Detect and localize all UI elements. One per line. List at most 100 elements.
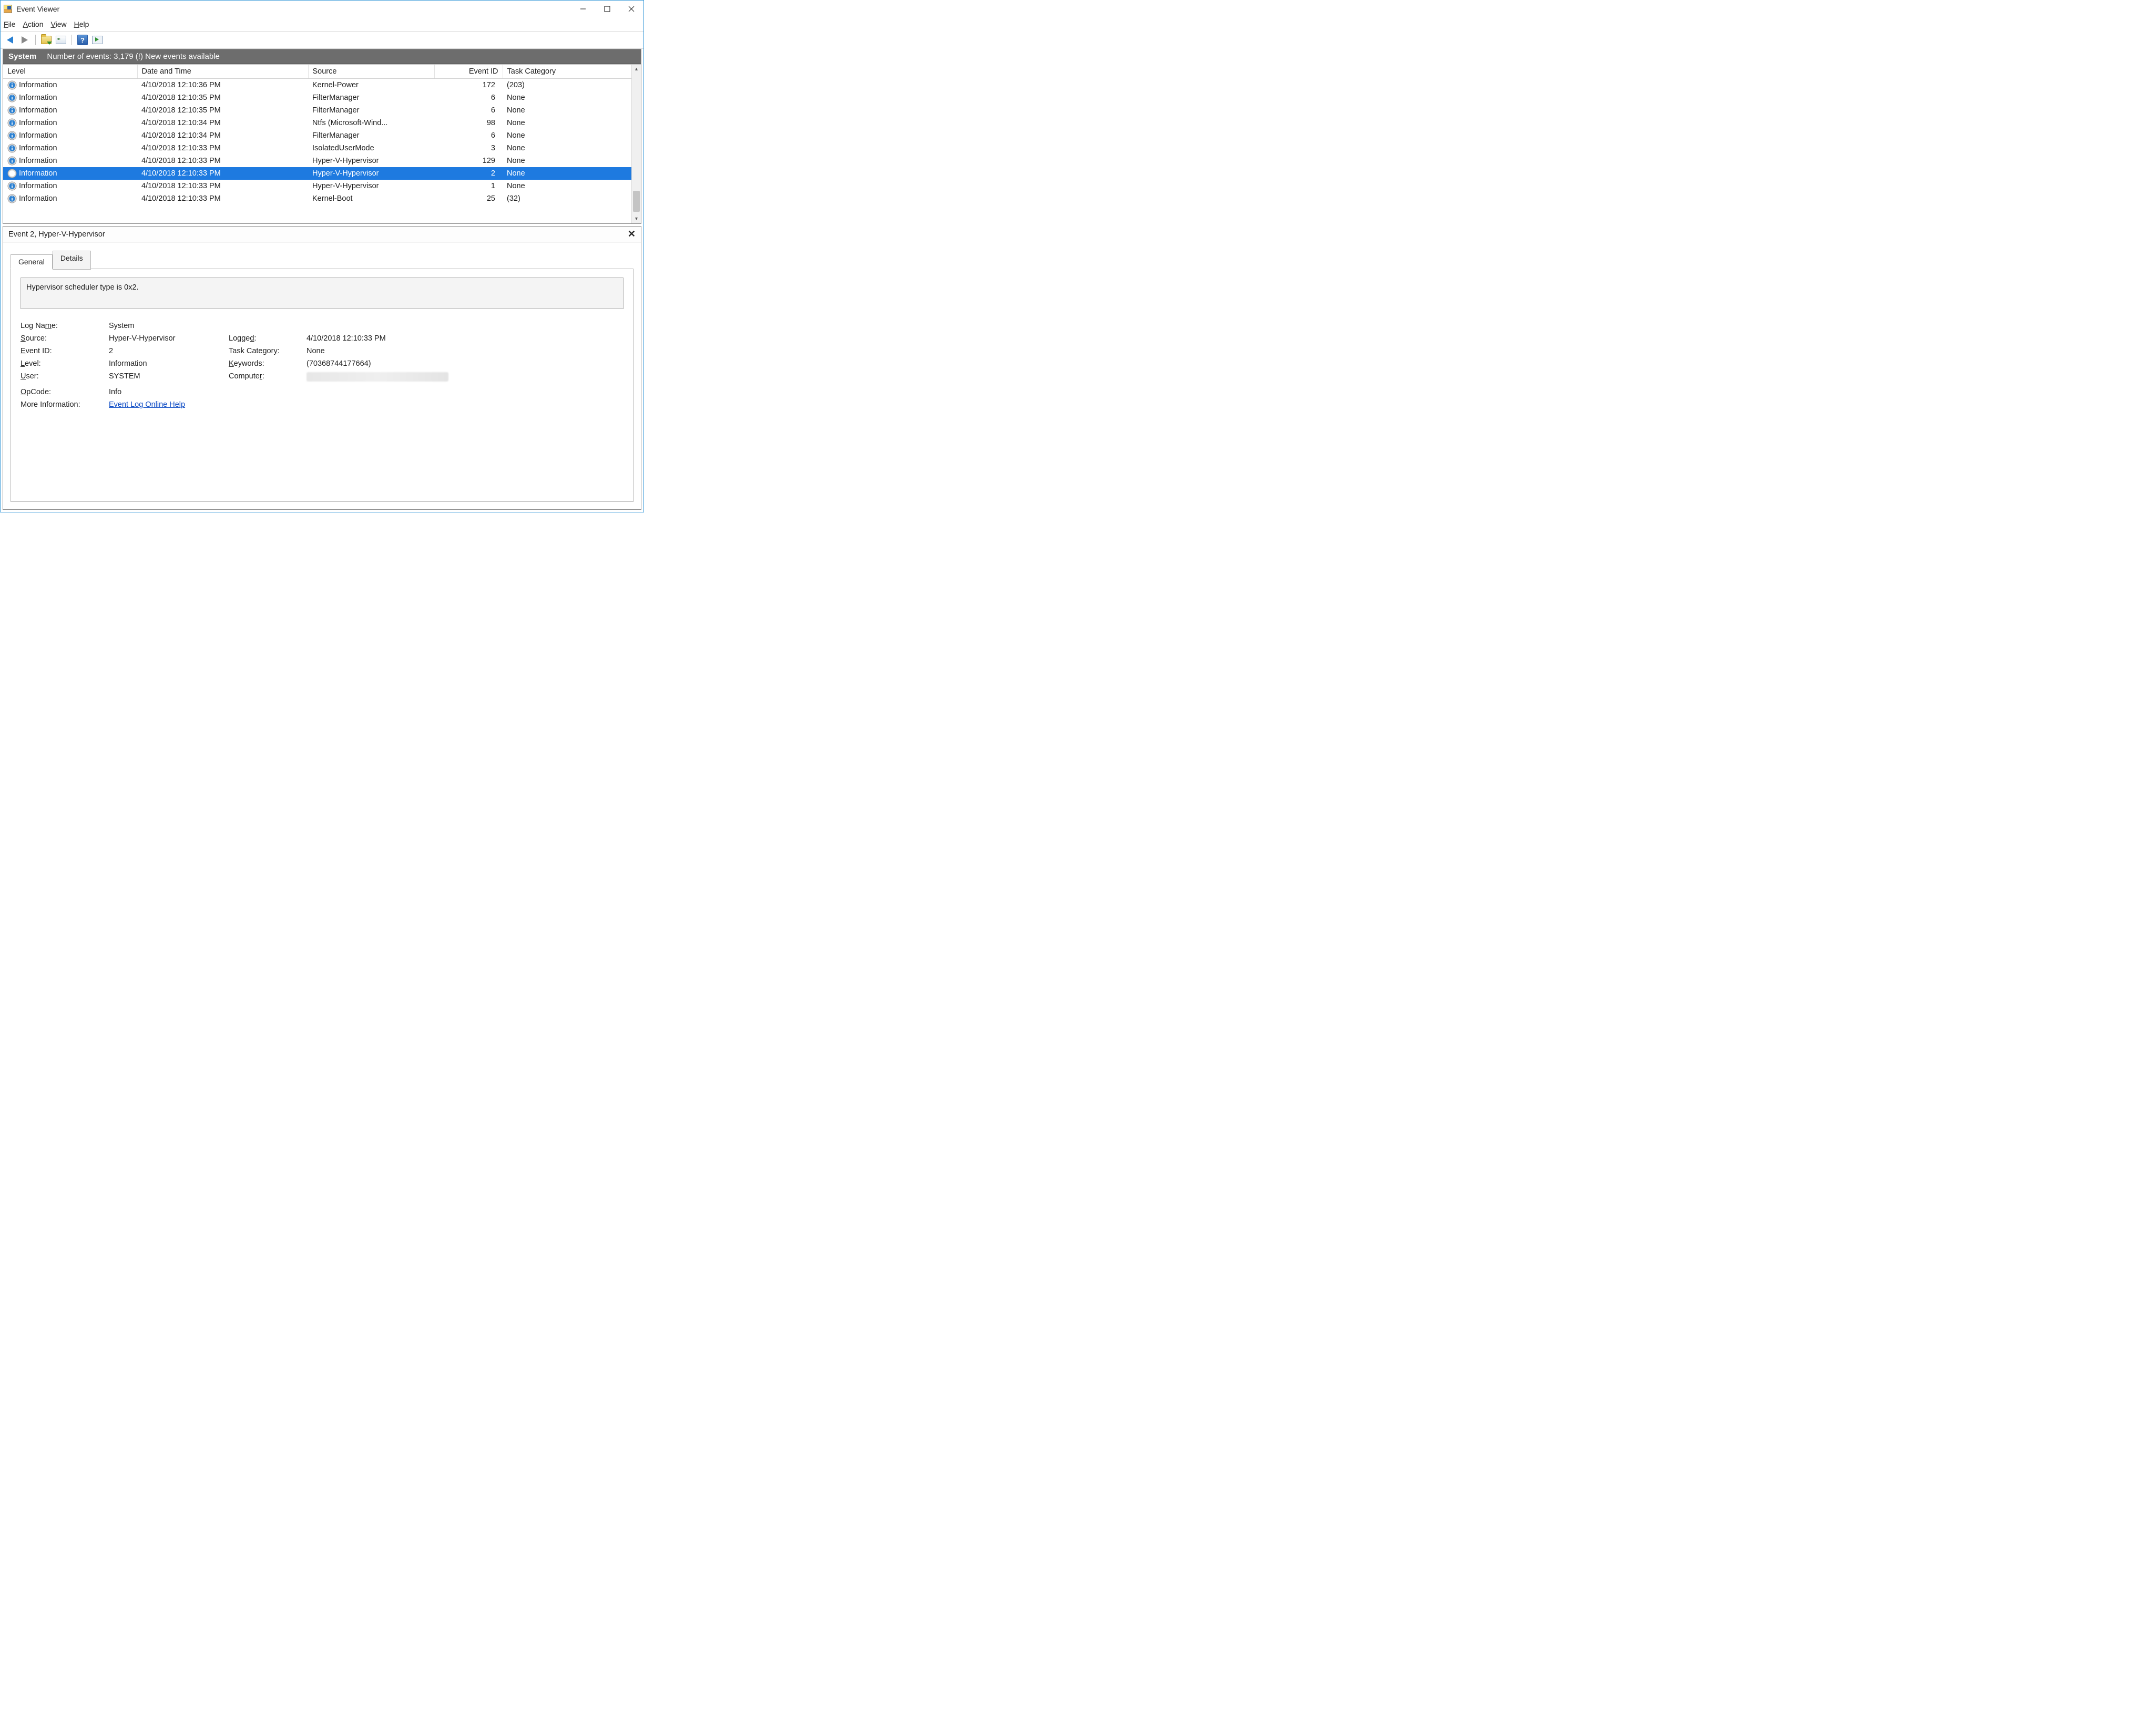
detail-tabs: General Details	[3, 242, 641, 269]
table-row[interactable]: Information 4/10/2018 12:10:35 PM Filter…	[3, 104, 632, 117]
scroll-thumb[interactable]	[633, 191, 640, 212]
value-logged: 4/10/2018 12:10:33 PM	[306, 334, 464, 343]
detail-title: Event 2, Hyper-V-Hypervisor	[8, 230, 105, 239]
back-button[interactable]	[4, 34, 16, 46]
table-row[interactable]: Information 4/10/2018 12:10:34 PM Filter…	[3, 129, 632, 142]
properties-icon	[56, 36, 66, 44]
cell-task: None	[503, 167, 632, 180]
menu-action[interactable]: Action	[23, 20, 44, 28]
information-icon	[7, 106, 17, 115]
menu-bar: File Action View Help	[1, 17, 643, 32]
cell-task: (32)	[503, 192, 632, 205]
events-table[interactable]: Level Date and Time Source Event ID Task…	[3, 65, 632, 205]
open-log-button[interactable]	[40, 34, 53, 46]
label-source: Source:	[21, 334, 105, 343]
help-icon: ?	[77, 35, 88, 45]
cell-task: None	[503, 155, 632, 167]
col-event-id[interactable]: Event ID	[434, 65, 503, 79]
information-icon	[7, 194, 17, 203]
information-icon	[7, 156, 17, 166]
table-header-row: Level Date and Time Source Event ID Task…	[3, 65, 632, 79]
cell-date: 4/10/2018 12:10:33 PM	[137, 180, 308, 192]
menu-file[interactable]: File	[4, 20, 16, 28]
value-opcode: Info	[109, 388, 464, 396]
label-logged: Logged:	[229, 334, 302, 343]
table-row[interactable]: Information 4/10/2018 12:10:33 PM Kernel…	[3, 192, 632, 205]
detail-close-button[interactable]: ✕	[628, 229, 636, 240]
cell-level: Information	[3, 180, 137, 192]
vertical-scrollbar[interactable]: ▴ ▾	[631, 65, 641, 223]
close-icon	[628, 6, 635, 12]
help-button[interactable]: ?	[76, 34, 89, 46]
forward-button[interactable]	[18, 34, 31, 46]
cell-event-id: 6	[434, 104, 503, 117]
scroll-up-button[interactable]: ▴	[632, 65, 641, 74]
cell-level: Information	[3, 117, 137, 129]
menu-help[interactable]: Help	[74, 20, 89, 28]
cell-date: 4/10/2018 12:10:34 PM	[137, 117, 308, 129]
cell-date: 4/10/2018 12:10:33 PM	[137, 192, 308, 205]
app-icon	[4, 5, 12, 13]
table-row[interactable]: Information 4/10/2018 12:10:33 PM Isolat…	[3, 142, 632, 155]
cell-level: Information	[3, 79, 137, 92]
cell-event-id: 25	[434, 192, 503, 205]
tab-general[interactable]: General	[11, 254, 53, 269]
cell-task: None	[503, 104, 632, 117]
table-row[interactable]: Information 4/10/2018 12:10:33 PM Hyper-…	[3, 155, 632, 167]
cell-date: 4/10/2018 12:10:36 PM	[137, 79, 308, 92]
table-row[interactable]: Information 4/10/2018 12:10:33 PM Hyper-…	[3, 167, 632, 180]
table-row[interactable]: Information 4/10/2018 12:10:35 PM Filter…	[3, 91, 632, 104]
value-source: Hyper-V-Hypervisor	[109, 334, 224, 343]
events-panel: System Number of events: 3,179 (!) New e…	[3, 49, 641, 224]
scroll-down-button[interactable]: ▾	[632, 214, 641, 223]
information-icon	[7, 93, 17, 102]
cell-event-id: 129	[434, 155, 503, 167]
cell-level: Information	[3, 192, 137, 205]
cell-source: FilterManager	[308, 91, 434, 104]
col-level[interactable]: Level	[3, 65, 137, 79]
cell-source: Hyper-V-Hypervisor	[308, 180, 434, 192]
properties-button[interactable]	[55, 34, 67, 46]
label-log-name: Log Name:	[21, 322, 105, 330]
toolbar-separator	[35, 35, 36, 45]
cell-event-id: 3	[434, 142, 503, 155]
close-button[interactable]	[619, 1, 643, 17]
maximize-button[interactable]	[595, 1, 619, 17]
cell-source: Kernel-Boot	[308, 192, 434, 205]
event-message: Hypervisor scheduler type is 0x2.	[21, 278, 624, 309]
label-computer: Computer:	[229, 372, 302, 384]
cell-event-id: 6	[434, 91, 503, 104]
folder-icon	[41, 36, 52, 44]
col-date[interactable]: Date and Time	[137, 65, 308, 79]
col-task[interactable]: Task Category	[503, 65, 632, 79]
table-row[interactable]: Information 4/10/2018 12:10:33 PM Hyper-…	[3, 180, 632, 192]
information-icon	[7, 131, 17, 140]
information-icon	[7, 143, 17, 153]
cell-date: 4/10/2018 12:10:35 PM	[137, 104, 308, 117]
cell-event-id: 172	[434, 79, 503, 92]
cell-task: None	[503, 142, 632, 155]
cell-task: None	[503, 129, 632, 142]
col-source[interactable]: Source	[308, 65, 434, 79]
blurred-computer-name	[306, 372, 448, 382]
cell-date: 4/10/2018 12:10:35 PM	[137, 91, 308, 104]
event-viewer-window: Event Viewer File Action View Help ?	[0, 0, 644, 512]
information-icon	[7, 181, 17, 191]
value-event-id: 2	[109, 347, 224, 355]
events-status: Number of events: 3,179 (!) New events a…	[47, 52, 220, 61]
table-row[interactable]: Information 4/10/2018 12:10:34 PM Ntfs (…	[3, 117, 632, 129]
value-computer	[306, 372, 464, 384]
refresh-icon	[92, 36, 103, 44]
information-icon	[7, 118, 17, 128]
cell-task: None	[503, 117, 632, 129]
cell-task: None	[503, 91, 632, 104]
refresh-button[interactable]	[91, 34, 104, 46]
table-row[interactable]: Information 4/10/2018 12:10:36 PM Kernel…	[3, 79, 632, 92]
tab-details[interactable]: Details	[53, 251, 91, 270]
cell-level: Information	[3, 91, 137, 104]
link-event-log-help[interactable]: Event Log Online Help	[109, 400, 185, 409]
minimize-button[interactable]	[571, 1, 595, 17]
toolbar-separator	[71, 35, 72, 45]
menu-view[interactable]: View	[51, 20, 67, 28]
events-table-wrap: Level Date and Time Source Event ID Task…	[3, 64, 641, 223]
